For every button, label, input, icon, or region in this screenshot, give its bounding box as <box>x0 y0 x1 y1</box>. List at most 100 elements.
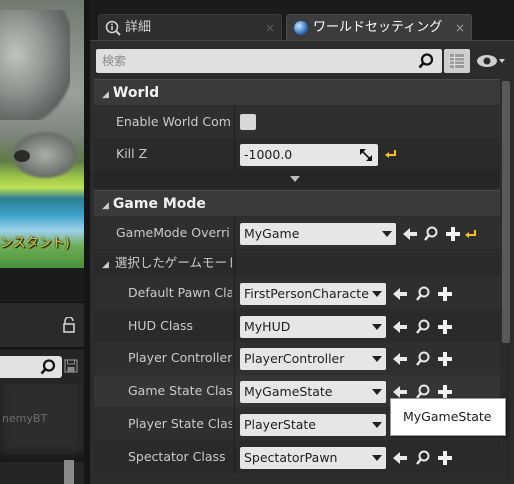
collapse-triangle-icon: ◢ <box>102 260 109 270</box>
column-divider[interactable] <box>234 277 235 309</box>
column-divider[interactable] <box>234 407 235 440</box>
lock-icon[interactable] <box>62 317 76 333</box>
magnify-icon[interactable] <box>414 350 432 368</box>
combo-value: FirstPersonCharacter <box>244 286 375 301</box>
property-label: Player State Class <box>128 415 232 431</box>
section-game-mode-title: Game Mode <box>112 196 206 212</box>
magnify-icon[interactable] <box>414 318 432 336</box>
save-icon[interactable] <box>64 359 78 373</box>
reset-arrow-icon[interactable] <box>384 147 398 161</box>
property-label: Enable World Composition <box>116 114 230 129</box>
property-row-gamemode-override: GameMode Override MyGame <box>94 217 500 249</box>
browse-arrow-icon[interactable] <box>402 225 420 243</box>
list-item[interactable]: nemyBT <box>2 412 47 425</box>
property-label: GameMode Override <box>116 225 230 240</box>
chevron-down-icon <box>372 389 382 396</box>
column-divider[interactable] <box>234 440 235 473</box>
plus-icon[interactable] <box>436 285 454 303</box>
eye-icon[interactable] <box>476 51 506 71</box>
browse-arrow-icon[interactable] <box>392 285 410 303</box>
left-scrollbar[interactable] <box>64 460 74 484</box>
property-label: Player Controller Class <box>128 350 232 366</box>
column-divider[interactable] <box>234 138 235 170</box>
level-viewport[interactable]: ンスタント) <box>0 0 84 268</box>
property-label: Default Pawn Class <box>128 285 232 300</box>
column-divider[interactable] <box>234 249 235 277</box>
section-world[interactable]: ◢ World <box>94 79 500 105</box>
globe-icon <box>294 21 308 35</box>
class-combo[interactable]: PlayerState <box>240 413 386 436</box>
magnify-icon[interactable] <box>422 225 440 243</box>
property-row-spectator-class: Spectator Class SpectatorPawn <box>94 440 500 473</box>
property-label: Game State Class <box>128 383 232 399</box>
chevron-down-icon <box>382 231 392 237</box>
left-separator <box>0 268 88 302</box>
tooltip: MyGameState <box>390 398 506 436</box>
close-icon[interactable]: × <box>265 15 275 40</box>
browse-arrow-icon[interactable] <box>392 318 410 336</box>
subcategory-title: 選択したゲームモード <box>114 255 232 270</box>
property-matrix-button[interactable] <box>444 49 470 73</box>
kill-z-value: -1000.0 <box>244 147 293 162</box>
property-label: Kill Z <box>116 146 148 161</box>
class-combo[interactable]: FirstPersonCharacter <box>240 283 386 305</box>
property-row-enable-world-composition: Enable World Composition <box>94 106 500 138</box>
gamemode-override-combo[interactable]: MyGame <box>240 223 396 245</box>
tab-details[interactable]: 詳細 × <box>98 14 282 40</box>
plus-icon[interactable] <box>436 350 454 368</box>
chevron-down-icon <box>372 291 382 297</box>
left-panel: nemyBT <box>0 350 84 484</box>
tab-world-settings[interactable]: ワールドセッティング × <box>286 14 472 40</box>
chevron-down-icon <box>290 176 300 182</box>
chevron-down-icon <box>372 421 382 428</box>
search-input[interactable]: 検索 <box>96 49 442 73</box>
column-divider[interactable] <box>234 217 235 249</box>
tab-bar: 詳細 × ワールドセッティング × <box>90 0 514 40</box>
property-row-hud-class: HUD Class MyHUD <box>94 309 500 342</box>
class-combo[interactable]: SpectatorPawn <box>240 446 386 469</box>
combo-value: SpectatorPawn <box>244 449 338 465</box>
combo-value: MyGameState <box>244 384 333 400</box>
property-row-player-controller-class: Player Controller Class PlayerController <box>94 342 500 375</box>
close-icon[interactable]: × <box>455 15 465 40</box>
left-list: nemyBT <box>0 384 84 462</box>
plus-icon[interactable] <box>444 225 462 243</box>
tab-world-settings-label: ワールドセッティング <box>313 20 443 35</box>
scrollbar-thumb[interactable] <box>502 81 510 343</box>
class-combo[interactable]: MyGameState <box>240 381 386 404</box>
browse-arrow-icon[interactable] <box>392 449 410 467</box>
column-divider[interactable] <box>234 106 235 138</box>
section-game-mode[interactable]: ◢ Game Mode <box>94 190 500 216</box>
magnify-icon[interactable] <box>414 285 432 303</box>
plus-icon[interactable] <box>436 318 454 336</box>
reset-arrow-icon[interactable] <box>464 227 478 241</box>
info-icon <box>105 20 121 36</box>
section-world-title: World <box>112 85 160 101</box>
combo-value: MyGame <box>244 226 300 241</box>
plus-icon[interactable] <box>436 449 454 467</box>
property-row-default-pawn-class: Default Pawn Class FirstPersonCharacter <box>94 277 500 309</box>
class-combo[interactable]: MyHUD <box>240 315 386 338</box>
property-label: Spectator Class <box>128 448 226 464</box>
advanced-expander[interactable] <box>94 170 500 188</box>
viewport-label: ンスタント) <box>0 236 70 251</box>
left-search-input[interactable] <box>0 356 62 378</box>
drag-icon[interactable] <box>360 149 372 161</box>
chevron-down-icon <box>372 356 382 363</box>
class-combo[interactable]: PlayerController <box>240 348 386 371</box>
collapse-triangle-icon: ◢ <box>102 90 109 100</box>
search-row: 検索 <box>96 49 506 73</box>
enable-world-composition-checkbox[interactable] <box>240 114 256 130</box>
property-label: HUD Class <box>128 317 194 333</box>
subcategory-label: ◢ 選択したゲームモード <box>102 249 232 279</box>
column-divider[interactable] <box>234 309 235 342</box>
viewport-rock <box>0 10 70 120</box>
grid-icon <box>450 54 464 68</box>
browse-arrow-icon[interactable] <box>392 350 410 368</box>
magnify-icon[interactable] <box>414 449 432 467</box>
kill-z-field[interactable]: -1000.0 <box>240 144 378 166</box>
column-divider[interactable] <box>234 375 235 408</box>
subcategory-selected-gamemode[interactable]: ◢ 選択したゲームモード <box>94 249 500 277</box>
search-icon <box>418 53 434 69</box>
column-divider[interactable] <box>234 342 235 375</box>
